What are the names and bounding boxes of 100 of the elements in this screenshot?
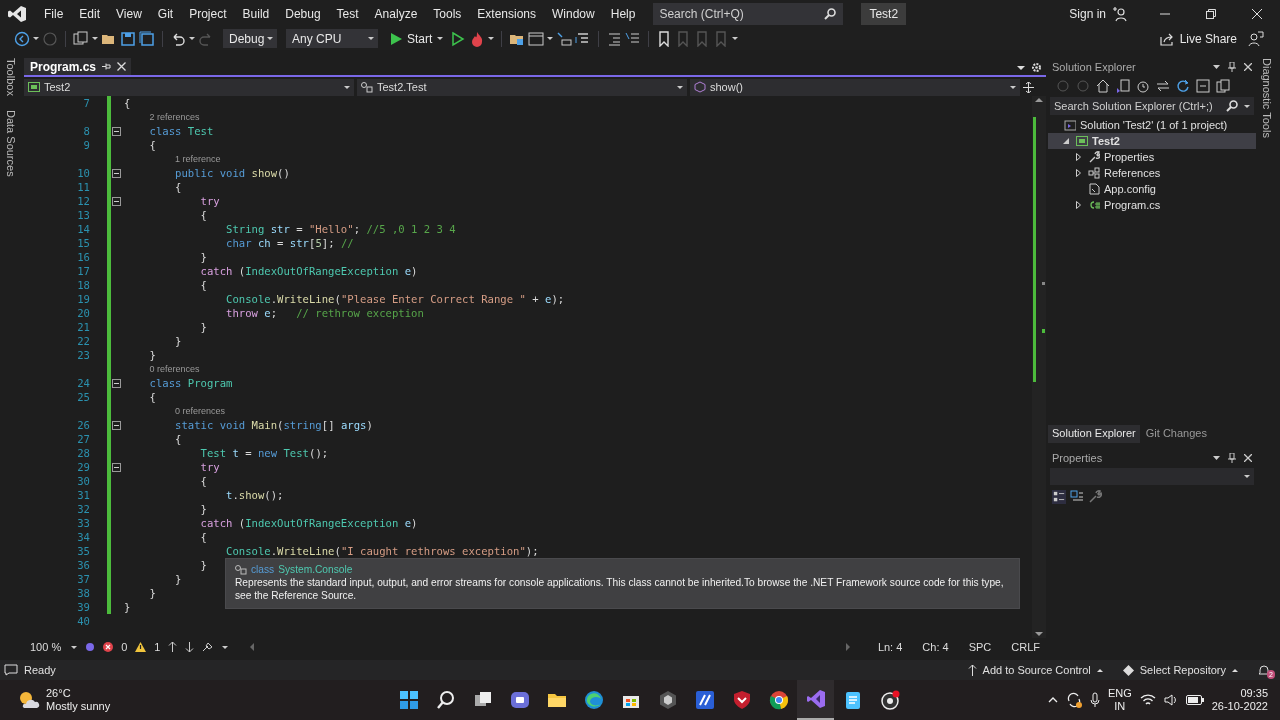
caret-icon[interactable]	[189, 37, 195, 40]
whitespace-mode[interactable]: SPC	[962, 641, 998, 653]
reference-count[interactable]: 0 references	[175, 406, 226, 416]
navigation-dropdown[interactable]: Test2.Test	[357, 78, 687, 96]
settings-icon[interactable]	[1031, 62, 1042, 73]
brush-icon[interactable]	[202, 642, 215, 652]
close-icon[interactable]	[117, 62, 127, 71]
live-share-button[interactable]: Live Share	[1159, 31, 1237, 46]
search-field[interactable]: Search (Ctrl+Q)	[653, 2, 844, 25]
menu-item[interactable]: Window	[544, 6, 603, 21]
search-icon[interactable]	[1226, 100, 1238, 112]
caret-icon[interactable]	[1017, 65, 1025, 70]
reference-count[interactable]: 1 reference	[175, 154, 221, 164]
line-ending[interactable]: CRLF	[1005, 641, 1046, 653]
close-icon[interactable]	[1244, 62, 1252, 71]
caret-icon[interactable]	[488, 37, 495, 40]
caret-icon[interactable]	[732, 37, 739, 40]
panel-tab[interactable]: Git Changes	[1141, 425, 1211, 444]
account-icon[interactable]	[1112, 5, 1128, 22]
shield-icon[interactable]	[731, 690, 752, 710]
search-icon[interactable]	[824, 7, 837, 20]
sign-in-link[interactable]: Sign in	[1069, 6, 1106, 21]
chevron-up-icon[interactable]	[1047, 697, 1058, 703]
caret-icon[interactable]	[1244, 105, 1250, 108]
copy-icon[interactable]	[1216, 79, 1230, 93]
play-outline-icon[interactable]	[450, 30, 467, 47]
history-icon[interactable]	[1136, 79, 1150, 93]
new-project-icon[interactable]	[73, 30, 89, 47]
tree-item[interactable]: Program.cs	[1048, 197, 1256, 213]
side-tab[interactable]: Data Sources	[5, 109, 17, 177]
caret-icon[interactable]	[92, 37, 98, 40]
menu-item[interactable]: Edit	[71, 6, 109, 21]
wifi-icon[interactable]	[1139, 694, 1156, 706]
step-icon[interactable]	[556, 30, 573, 47]
close-icon[interactable]	[1252, 8, 1262, 19]
configuration-dropdown[interactable]: Debug	[223, 29, 277, 48]
caret-icon[interactable]	[33, 37, 39, 40]
tree-item[interactable]: App.config	[1048, 181, 1256, 197]
pin-icon[interactable]	[1228, 452, 1236, 463]
slash-app-icon[interactable]	[694, 690, 715, 710]
split-icon[interactable]	[1023, 81, 1034, 93]
menu-item[interactable]: Tools	[425, 6, 470, 21]
clock-time[interactable]: 09:35	[1240, 687, 1268, 700]
tree-item[interactable]: References	[1048, 165, 1256, 181]
ide-icon[interactable]	[805, 689, 826, 709]
repository-button[interactable]: Select Repository	[1122, 664, 1238, 676]
caret-icon[interactable]	[547, 37, 554, 40]
navigation-dropdown[interactable]: show()	[690, 78, 1020, 96]
collapsed-arrow-icon[interactable]	[1075, 201, 1081, 209]
menu-item[interactable]: View	[108, 6, 150, 21]
collapse-icon[interactable]	[112, 168, 121, 178]
refresh-icon[interactable]	[1176, 79, 1190, 93]
microphone-icon[interactable]	[1089, 692, 1100, 708]
source-control-button[interactable]: Add to Source Control	[967, 664, 1103, 676]
browser-icon[interactable]	[583, 690, 604, 710]
pin-icon[interactable]	[1228, 61, 1236, 72]
menu-item[interactable]: Project	[181, 6, 235, 21]
collapsed-arrow-icon[interactable]	[1075, 153, 1081, 161]
tree-item[interactable]: Properties	[1048, 149, 1256, 165]
menu-item[interactable]: Test	[328, 6, 367, 21]
menu-item[interactable]: Analyze	[366, 6, 426, 21]
restore-icon[interactable]	[1206, 8, 1216, 19]
collapsed-arrow-icon[interactable]	[1075, 169, 1081, 177]
menu-item[interactable]: Extensions	[469, 6, 545, 21]
expanded-arrow-icon[interactable]	[1063, 138, 1069, 144]
start-button[interactable]: Start	[387, 31, 448, 46]
tree-item[interactable]: Test2	[1048, 133, 1256, 149]
up-arrow-icon[interactable]	[168, 642, 178, 652]
sync-icon[interactable]	[1065, 692, 1082, 708]
caret-icon[interactable]	[1213, 64, 1220, 69]
clock-date[interactable]: 26-10-2022	[1211, 700, 1268, 713]
caret-icon[interactable]	[222, 645, 229, 649]
close-icon[interactable]	[1244, 453, 1252, 462]
chat-icon[interactable]	[509, 690, 530, 710]
vertical-scrollbar[interactable]	[1032, 96, 1046, 638]
collapse-icon[interactable]	[112, 378, 121, 388]
menu-item[interactable]: Debug	[277, 6, 329, 21]
column-position[interactable]: Ch: 4	[916, 641, 955, 653]
collapse-icon[interactable]	[112, 126, 121, 136]
bell-icon[interactable]	[1258, 664, 1270, 676]
zoom-dropdown[interactable]: 100 %	[30, 641, 78, 653]
menu-item[interactable]: File	[36, 6, 72, 21]
scroll-up-icon[interactable]	[1035, 98, 1043, 102]
window-icon[interactable]	[528, 30, 545, 47]
error-icon[interactable]	[103, 642, 114, 652]
sync-icon[interactable]	[1156, 79, 1170, 93]
outdent-icon[interactable]	[606, 30, 623, 47]
recorder-icon[interactable]	[879, 690, 900, 710]
switch-view-icon[interactable]	[1116, 79, 1130, 93]
search-icon[interactable]	[435, 690, 456, 710]
language-indicator[interactable]: ENG	[1107, 687, 1132, 700]
menu-item[interactable]: Build	[234, 6, 278, 21]
panel-tab[interactable]: Solution Explorer	[1048, 425, 1140, 444]
sun-cloud-icon[interactable]	[18, 690, 40, 710]
browser-icon[interactable]	[768, 690, 789, 710]
file-tab[interactable]: Program.cs	[24, 58, 132, 75]
warning-count[interactable]: 1	[154, 641, 161, 653]
side-tab[interactable]: Toolbox	[5, 58, 17, 96]
reference-count[interactable]: 0 references	[149, 364, 200, 374]
caret-icon[interactable]	[1213, 455, 1220, 460]
